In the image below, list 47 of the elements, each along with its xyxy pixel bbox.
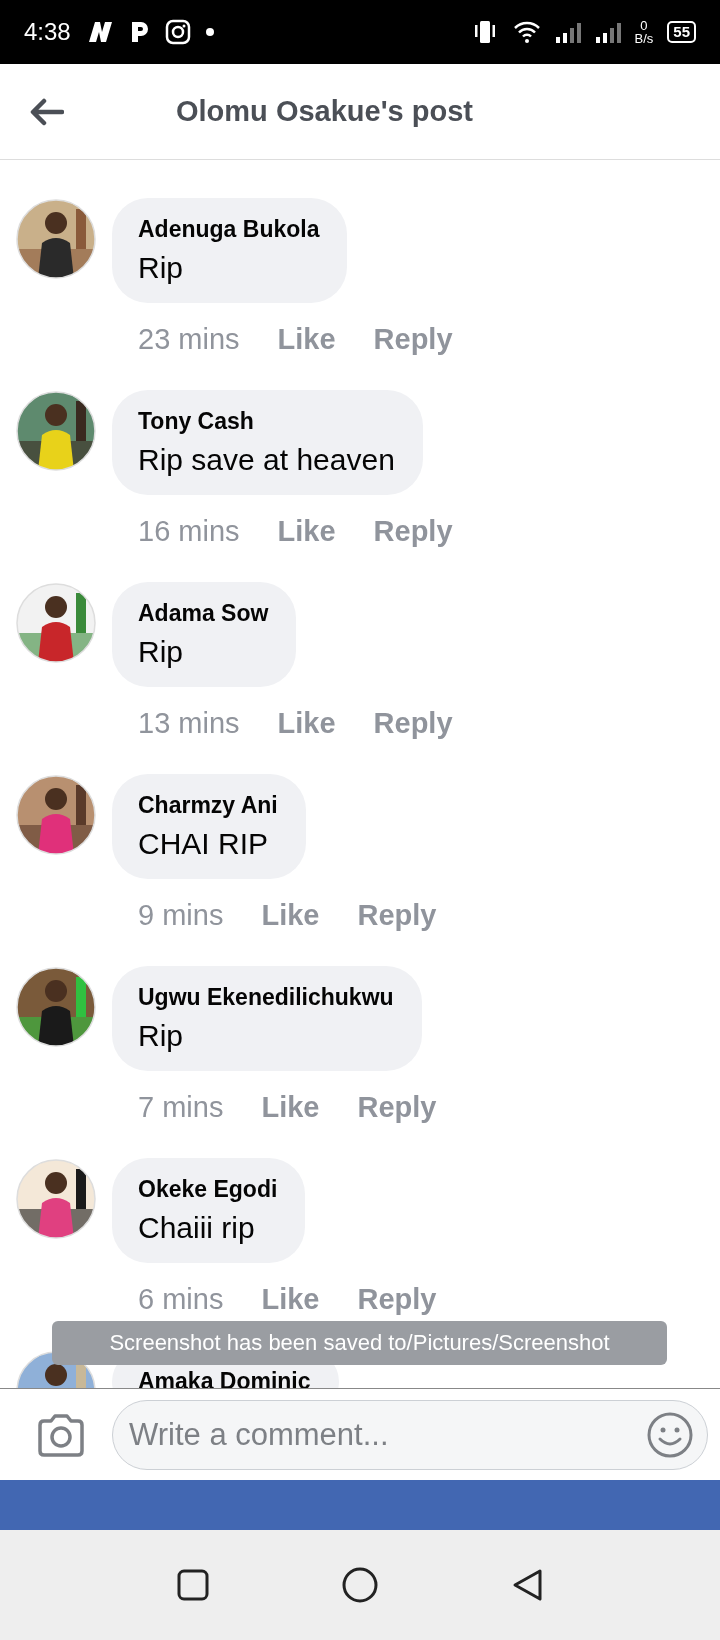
reply-link[interactable]: Reply [357, 899, 437, 932]
comment-author[interactable]: Okeke Egodi [138, 1176, 278, 1203]
reply-link[interactable]: Reply [373, 323, 453, 356]
comment-time: 13 mins [138, 707, 240, 740]
page-title: Olomu Osakue's post [176, 95, 473, 128]
network-speed-value: 0 [640, 19, 648, 32]
like-link[interactable]: Like [277, 323, 336, 356]
comment-time: 23 mins [138, 323, 240, 356]
comment-author[interactable]: Tony Cash [138, 408, 395, 435]
signal-icon [594, 20, 621, 44]
comment-time: 9 mins [138, 899, 224, 932]
battery-indicator: 55 [667, 21, 696, 43]
network-speed-unit: B/s [634, 32, 654, 45]
reply-link[interactable]: Reply [373, 515, 453, 548]
status-time: 4:38 [24, 18, 71, 46]
like-link[interactable]: Like [261, 1283, 320, 1316]
comment-text: Rip [138, 635, 184, 669]
like-link[interactable]: Like [261, 899, 320, 932]
comment-author[interactable]: Adama Sow [138, 600, 269, 627]
toast-notification: Screenshot has been saved to/Pictures/Screenshot [52, 1321, 667, 1365]
comment-text: Rip [138, 1019, 184, 1053]
comment-text: Rip [138, 251, 184, 285]
comment-text: CHAI RIP [138, 827, 270, 861]
comment-text: Rip save at heaven [138, 443, 395, 477]
emoji-icon[interactable] [646, 1410, 694, 1459]
comment-author[interactable]: Adenuga Bukola [138, 216, 320, 243]
like-link[interactable]: Like [277, 707, 336, 740]
comment-time: 6 mins [138, 1283, 224, 1316]
like-link[interactable]: Like [277, 515, 336, 548]
home-icon[interactable] [341, 1566, 379, 1604]
back-arrow-icon[interactable] [28, 97, 64, 126]
comment-author[interactable]: Charmzy Ani [138, 792, 278, 819]
reply-link[interactable]: Reply [357, 1091, 437, 1124]
reply-link[interactable]: Reply [373, 707, 453, 740]
wifi-icon [512, 20, 541, 44]
dot-icon [204, 27, 215, 37]
comment-text: Chaiii rip [138, 1211, 256, 1245]
like-link[interactable]: Like [261, 1091, 320, 1124]
comment-time: 7 mins [138, 1091, 224, 1124]
comment-input-field[interactable]: Write a comment... [112, 1399, 708, 1470]
camera-icon[interactable] [36, 1412, 86, 1457]
recent-apps-icon[interactable] [175, 1568, 210, 1602]
comment-time: 16 mins [138, 515, 240, 548]
comment-author[interactable]: Ugwu Ekenedilichukwu [138, 984, 394, 1011]
camera-app-icon [164, 19, 191, 45]
signal-icon [554, 20, 581, 44]
reply-link[interactable]: Reply [357, 1283, 437, 1316]
